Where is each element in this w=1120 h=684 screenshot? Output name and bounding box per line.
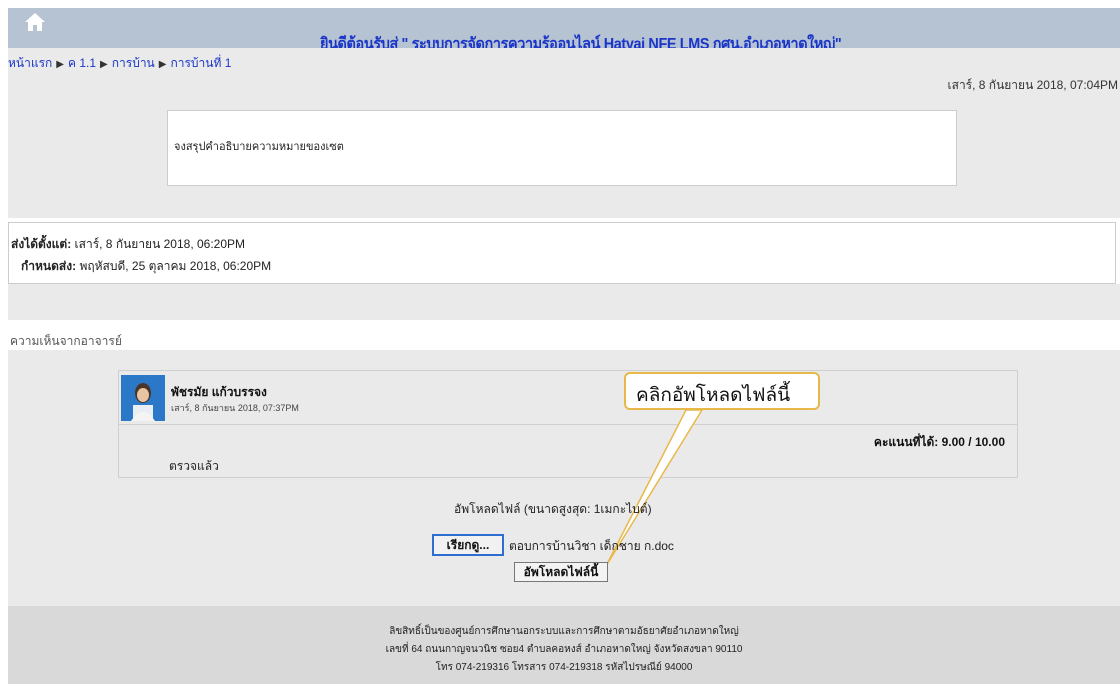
available-from-value: เสาร์, 8 กันยายน 2018, 06:20PM [74, 237, 246, 251]
selected-file-name: ตอบการบ้านวิชา เด็กชาย ก.doc [509, 539, 674, 553]
current-datetime: เสาร์, 8 กันยายน 2018, 07:04PM [947, 78, 1118, 92]
due-date: กำหนดส่ง: พฤหัสบดี, 25 ตุลาคม 2018, 06:2… [21, 257, 271, 276]
assignment-description: จงสรุปคำอธิบายความหมายของเซต [174, 141, 344, 153]
footer-contact: โทร 074-219316 โทรสาร 074-219318 รหัสไปร… [435, 662, 693, 673]
upload-label: อัพโหลดไฟล์ (ขนาดสูงสุด: 1เมกะไบต์) [454, 502, 652, 516]
browse-button[interactable]: เรียกดู... [432, 534, 504, 556]
feedback-card-header: พัชรมัย แก้วบรรจง เสาร์, 8 กันยายน 2018,… [119, 371, 1017, 425]
breadcrumb-home[interactable]: หน้าแรก [8, 56, 52, 70]
avatar[interactable] [121, 375, 165, 421]
spacer-strip [8, 284, 1120, 320]
breadcrumb-separator: ▶ [158, 59, 167, 70]
dates-box: ส่งได้ตั้งแต่: เสาร์, 8 กันยายน 2018, 06… [8, 222, 1116, 284]
feedback-section-title: ความเห็นจากอาจารย์ [10, 334, 122, 348]
due-date-value: พฤหัสบดี, 25 ตุลาคม 2018, 06:20PM [79, 259, 272, 273]
breadcrumb: หน้าแรก ▶ ค 1.1 ▶ การบ้าน ▶ การบ้านที่ 1 [8, 54, 231, 73]
callout-text: คลิกอัพโหลดไฟล์นี้ [636, 385, 791, 406]
breadcrumb-separator: ▶ [56, 59, 64, 70]
breadcrumb-separator: ▶ [100, 59, 108, 70]
teacher-comment: ตรวจแล้ว [169, 459, 219, 473]
due-date-label: กำหนดส่ง: [21, 259, 77, 273]
footer: ลิขสิทธิ์เป็นของศูนย์การศึกษานอกระบบและก… [8, 606, 1120, 684]
upload-button[interactable]: อัพโหลดไฟล์นี้ [514, 562, 608, 582]
available-from: ส่งได้ตั้งแต่: เสาร์, 8 กันยายน 2018, 06… [11, 235, 245, 254]
breadcrumb-current: การบ้านที่ 1 [170, 56, 232, 70]
breadcrumb-course[interactable]: ค 1.1 [68, 56, 96, 70]
footer-address: เลขที่ 64 ถนนกาญจนวนิช ซอย4 ตำบลคอหงส์ อ… [385, 644, 743, 655]
score: คะแนนที่ได้: 9.00 / 10.00 [873, 435, 1005, 449]
breadcrumb-homework[interactable]: การบ้าน [112, 56, 155, 70]
callout-annotation: คลิกอัพโหลดไฟล์นี้ [624, 372, 820, 410]
feedback-section-header: ความเห็นจากอาจารย์ [8, 320, 1120, 350]
comment-date: เสาร์, 8 กันยายน 2018, 07:37PM [171, 403, 299, 413]
available-from-label: ส่งได้ตั้งแต่: [11, 237, 72, 251]
top-bar: ยินดีต้อนรับสู่ " ระบบการจัดการความรู้ออ… [8, 8, 1120, 53]
footer-copyright: ลิขสิทธิ์เป็นของศูนย์การศึกษานอกระบบและก… [389, 626, 739, 637]
teacher-name: พัชรมัย แก้วบรรจง [171, 385, 267, 399]
feedback-card: พัชรมัย แก้วบรรจง เสาร์, 8 กันยายน 2018,… [118, 370, 1018, 478]
assignment-description-box: จงสรุปคำอธิบายความหมายของเซต [167, 110, 957, 186]
home-icon[interactable] [24, 12, 46, 32]
